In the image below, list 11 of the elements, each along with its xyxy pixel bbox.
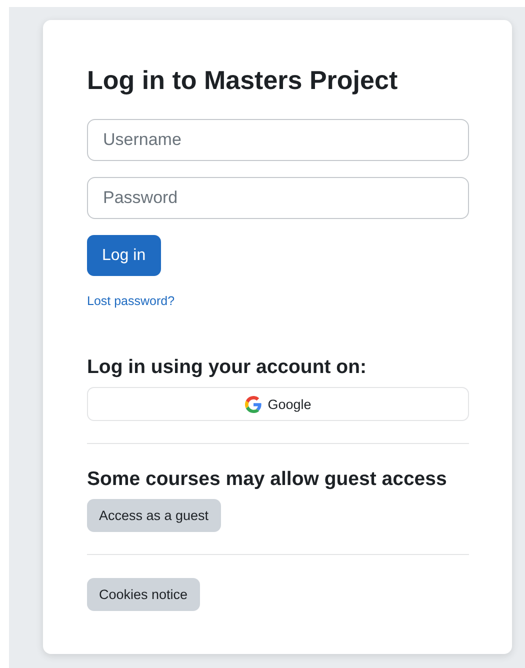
input-field[interactable]: Username bbox=[87, 119, 469, 161]
page-title: Log in to Masters Project bbox=[87, 64, 399, 96]
section-heading: Log in using your account on: bbox=[87, 355, 368, 379]
input-field[interactable]: Password bbox=[87, 177, 469, 219]
cookies-notice-button[interactable]: Cookies notice bbox=[87, 578, 200, 611]
login-button[interactable]: Log in bbox=[87, 235, 161, 276]
guest-access-button[interactable]: Access as a guest bbox=[87, 499, 221, 532]
section-heading: Some courses may allow guest access bbox=[87, 467, 448, 491]
lost-password-link[interactable]: Lost password? bbox=[87, 294, 175, 308]
google-button[interactable]: Google bbox=[87, 387, 469, 421]
google-g-icon bbox=[244, 396, 262, 412]
